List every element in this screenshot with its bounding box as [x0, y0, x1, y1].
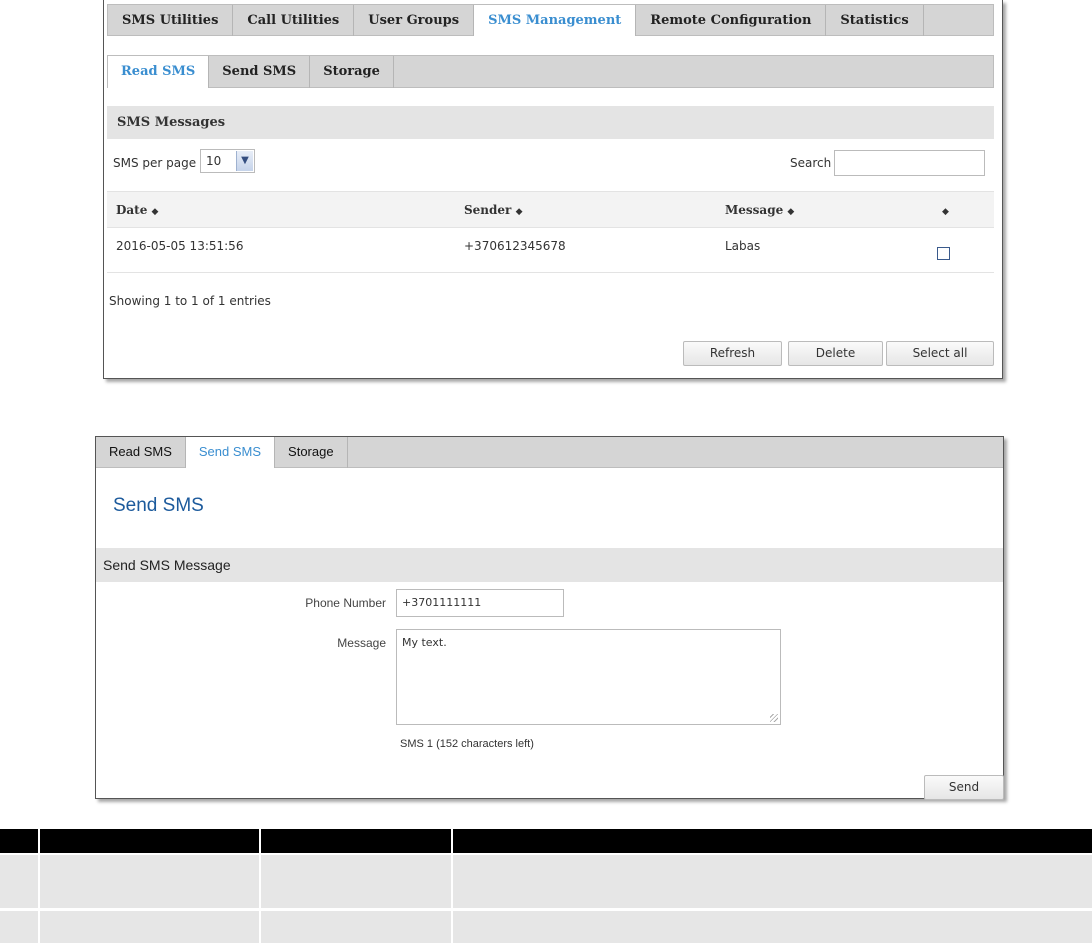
chevron-down-icon[interactable]: ▼ [236, 151, 253, 171]
tab-call-utilities[interactable]: Call Utilities [233, 5, 355, 36]
read-sms-panel: SMS Utilities Call Utilities User Groups… [103, 0, 1003, 379]
tab-statistics[interactable]: Statistics [826, 5, 924, 36]
table-cell [0, 911, 40, 943]
select-all-button[interactable]: Select all [886, 341, 994, 366]
per-page-value: 10 [206, 154, 222, 168]
per-page-select[interactable]: 10 ▼ [200, 149, 255, 173]
page-title: Send SMS [113, 495, 204, 516]
send-sms-section-header: Send SMS Message [96, 548, 1003, 582]
table-cell [0, 855, 40, 908]
table-header-cell [261, 829, 453, 853]
column-message-label: Message [725, 203, 784, 217]
table-header-cell [0, 829, 40, 853]
tab-sms-utilities[interactable]: SMS Utilities [108, 5, 234, 36]
cell-date: 2016-05-05 13:51:56 [116, 239, 244, 253]
sort-diamond-icon[interactable]: ◆ [152, 207, 159, 217]
phone-number-field[interactable]: +3701111111 [396, 589, 564, 617]
column-select[interactable]: ◆ [942, 192, 949, 228]
message-label: Message [337, 636, 386, 650]
column-date[interactable]: Date ◆ [116, 192, 158, 228]
row-select-checkbox[interactable] [937, 247, 950, 260]
table-cell [261, 855, 453, 908]
message-text: My text. [402, 636, 447, 649]
sort-diamond-icon[interactable]: ◆ [942, 207, 949, 217]
tab-send-sms[interactable]: Send SMS [185, 437, 276, 468]
tab-read-sms[interactable]: Read SMS [96, 437, 186, 468]
table-header-cell [40, 829, 261, 853]
table-cell [40, 911, 261, 943]
column-sender-label: Sender [464, 203, 512, 217]
send-button[interactable]: Send [924, 775, 1004, 800]
cell-message: Labas [725, 239, 761, 253]
resize-grip-icon[interactable] [770, 714, 778, 722]
subtab-send-sms[interactable]: Send SMS [209, 56, 311, 88]
message-textarea[interactable]: My text. [396, 629, 781, 725]
sort-diamond-icon[interactable]: ◆ [787, 207, 794, 217]
tab-user-groups[interactable]: User Groups [354, 5, 475, 36]
search-input[interactable] [834, 150, 985, 176]
table-row [0, 855, 1092, 908]
per-page-label: SMS per page [113, 156, 197, 170]
column-message[interactable]: Message ◆ [725, 192, 794, 228]
entries-info: Showing 1 to 1 of 1 entries [109, 294, 271, 308]
delete-button[interactable]: Delete [788, 341, 883, 366]
phone-number-label: Phone Number [305, 596, 386, 610]
search-label: Search [790, 156, 832, 170]
send-sms-tab-bar: Read SMS Send SMS Storage [96, 437, 1003, 468]
cell-sender: +370612345678 [464, 239, 566, 253]
subtab-storage[interactable]: Storage [310, 56, 394, 88]
character-counter: SMS 1 (152 characters left) [400, 738, 534, 750]
tab-storage[interactable]: Storage [275, 437, 348, 468]
table-cell [261, 911, 453, 943]
column-sender[interactable]: Sender ◆ [464, 192, 522, 228]
tab-remote-configuration[interactable]: Remote Configuration [636, 5, 827, 36]
send-sms-panel: Read SMS Send SMS Storage Send SMS Send … [95, 436, 1004, 800]
main-tab-bar: SMS Utilities Call Utilities User Groups… [107, 4, 994, 36]
sort-diamond-icon[interactable]: ◆ [516, 207, 523, 217]
sms-messages-header: SMS Messages [107, 106, 994, 139]
table-cell [40, 855, 261, 908]
subtab-read-sms[interactable]: Read SMS [108, 56, 210, 88]
refresh-button[interactable]: Refresh [683, 341, 782, 366]
table-row: 2016-05-05 13:51:56 +370612345678 Labas [107, 228, 994, 273]
table-header-bar [0, 829, 1092, 853]
tab-sms-management[interactable]: SMS Management [474, 5, 637, 36]
sms-table-header: Date ◆ Sender ◆ Message ◆ ◆ [107, 191, 994, 228]
sms-sub-tab-bar: Read SMS Send SMS Storage [107, 55, 994, 88]
table-row [0, 911, 1092, 943]
column-date-label: Date [116, 203, 148, 217]
